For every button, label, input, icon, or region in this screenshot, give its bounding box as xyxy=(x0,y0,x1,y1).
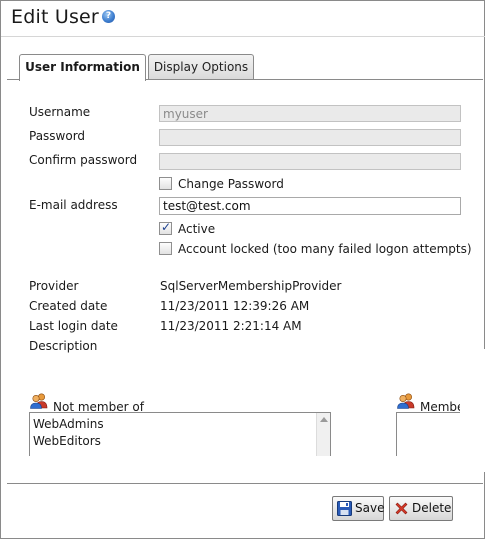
password-field[interactable] xyxy=(159,129,461,146)
account-locked-label: Account locked (too many failed logon at… xyxy=(178,242,472,256)
title-divider xyxy=(1,36,485,37)
tab-display-options[interactable]: Display Options xyxy=(148,54,254,80)
username-label: Username xyxy=(29,105,91,119)
member-of-list[interactable] xyxy=(396,412,460,457)
users-icon xyxy=(397,393,415,409)
created-date-value: 11/23/2011 12:39:26 AM xyxy=(160,299,310,313)
change-password-label: Change Password xyxy=(178,177,284,191)
email-field[interactable] xyxy=(159,197,461,215)
list-item[interactable]: WebEditors xyxy=(33,434,101,448)
not-member-of-list[interactable]: WebAdmins WebEditors xyxy=(29,412,331,457)
clip-mask xyxy=(460,349,485,471)
email-label: E-mail address xyxy=(29,198,118,212)
confirm-password-label: Confirm password xyxy=(29,153,138,167)
description-label: Description xyxy=(29,339,98,353)
save-label: Save xyxy=(355,501,385,515)
footer-divider xyxy=(7,483,483,484)
tab-user-information[interactable]: User Information xyxy=(19,54,146,81)
list-item[interactable]: WebAdmins xyxy=(33,417,104,431)
created-date-label: Created date xyxy=(29,299,108,313)
list-scrollbar[interactable] xyxy=(316,413,330,456)
save-button[interactable]: Save xyxy=(332,496,384,521)
red-x-icon xyxy=(395,502,408,515)
provider-label: Provider xyxy=(29,279,79,293)
page-title: Edit User xyxy=(11,6,99,28)
account-locked-checkbox[interactable] xyxy=(159,242,172,255)
username-field[interactable] xyxy=(159,105,461,122)
active-label: Active xyxy=(178,222,216,236)
floppy-disk-icon xyxy=(337,501,352,516)
active-checkbox[interactable] xyxy=(159,220,172,235)
delete-button[interactable]: Delete xyxy=(389,496,453,521)
scroll-up-arrow-icon[interactable] xyxy=(320,417,328,422)
confirm-password-field[interactable] xyxy=(159,153,461,170)
edit-user-panel: Edit User ? User Information Display Opt… xyxy=(0,0,485,539)
delete-label: Delete xyxy=(412,501,452,515)
users-icon xyxy=(30,393,48,409)
clip-mask xyxy=(7,456,485,472)
question-mark-icon[interactable]: ? xyxy=(102,10,115,23)
last-login-value: 11/23/2011 2:21:14 AM xyxy=(160,319,302,333)
provider-value: SqlServerMembershipProvider xyxy=(160,279,342,293)
password-label: Password xyxy=(29,129,86,143)
change-password-checkbox[interactable] xyxy=(159,177,172,190)
last-login-label: Last login date xyxy=(29,319,118,333)
